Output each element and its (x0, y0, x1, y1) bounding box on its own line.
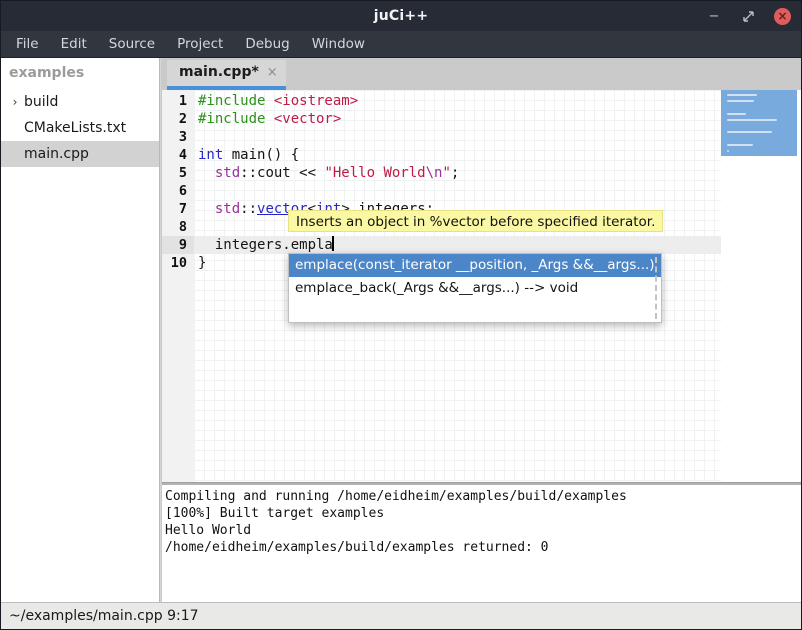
tab-label: main.cpp* (179, 64, 259, 82)
sidebar-item-cmakelists-txt[interactable]: CMakeLists.txt (1, 115, 159, 141)
code-token (198, 201, 215, 217)
status-file-position: ~/examples/main.cpp 9:17 (9, 608, 199, 624)
title-bar: juCi++ − × (1, 1, 801, 31)
line-number: 10 (162, 254, 194, 272)
tab-bar: main.cpp* × (162, 58, 801, 90)
code-token: " (442, 165, 450, 181)
maximize-button[interactable] (740, 8, 756, 24)
text-cursor (332, 236, 334, 251)
close-button[interactable]: × (774, 8, 791, 25)
code-token: "Hello World (324, 165, 425, 181)
code-editor[interactable]: 12345678910 #include <iostream>#include … (162, 90, 801, 482)
line-number: 4 (162, 146, 194, 164)
file-tree-label: CMakeLists.txt (24, 120, 126, 136)
line-number: 2 (162, 110, 194, 128)
code-token: ::cout << (240, 165, 324, 181)
output-line: [100%] Built target examples (165, 505, 801, 522)
code-line[interactable]: std::cout << "Hello World\n"; (194, 164, 721, 182)
menu-item-edit[interactable]: Edit (50, 31, 98, 57)
code-token: \n (426, 165, 443, 181)
editor-column: main.cpp* × 12345678910 #include <iostrea… (162, 58, 801, 602)
output-line: Compiling and running /home/eidheim/exam… (165, 488, 801, 505)
autocomplete-item[interactable]: emplace_back(_Args &&__args...) --> void (289, 277, 661, 300)
minimap-code-line (727, 94, 757, 96)
code-token: :: (240, 201, 257, 217)
code-line[interactable]: #include <vector> (194, 110, 721, 128)
minimap-code-line (727, 119, 777, 121)
window-controls: − × (706, 1, 791, 31)
menu-item-project[interactable]: Project (166, 31, 234, 57)
minimap[interactable] (721, 90, 801, 482)
line-number: 3 (162, 128, 194, 146)
line-number: 5 (162, 164, 194, 182)
code-token: int (198, 147, 223, 163)
sidebar-item-main-cpp[interactable]: main.cpp (1, 141, 159, 167)
code-token: <iostream> (274, 93, 358, 109)
autocomplete-item[interactable]: emplace(const_iterator __position, _Args… (289, 254, 661, 277)
main-area: examples ›build CMakeLists.txt main.cpp ma… (1, 58, 801, 602)
window-title: juCi++ (374, 8, 429, 24)
code-token: main() { (223, 147, 299, 163)
close-icon: × (777, 10, 787, 22)
code-token: integers.empla (198, 237, 333, 253)
build-output-panel: Compiling and running /home/eidheim/exam… (162, 485, 801, 602)
code-token: <vector> (274, 111, 341, 127)
documentation-tooltip: Inserts an object in %vector before spec… (288, 210, 663, 232)
popup-scrollbar[interactable] (655, 257, 657, 319)
line-number: 6 (162, 182, 194, 200)
menu-item-debug[interactable]: Debug (234, 31, 300, 57)
line-number: 8 (162, 218, 194, 236)
code-line[interactable]: #include <iostream> (194, 92, 721, 110)
minimap-code-line (727, 113, 746, 115)
menu-item-file[interactable]: File (5, 31, 50, 57)
app-window: juCi++ − × FileEditSourceProjectDebugWin… (0, 0, 802, 630)
code-token: std (215, 165, 240, 181)
code-token (198, 165, 215, 181)
menu-item-window[interactable]: Window (301, 31, 376, 57)
status-bar: ~/examples/main.cpp 9:17 (1, 602, 801, 629)
chevron-right-icon[interactable]: › (7, 95, 23, 109)
minimize-button[interactable]: − (706, 8, 722, 24)
code-token: std (215, 201, 240, 217)
maximize-icon (743, 11, 754, 22)
line-number: 7 (162, 200, 194, 218)
project-name-header: examples (1, 58, 159, 89)
code-line[interactable]: int main() { (194, 146, 721, 164)
minimap-code-line (727, 144, 753, 146)
menu-bar: FileEditSourceProjectDebugWindow (1, 31, 801, 58)
line-number: 9 (162, 236, 194, 254)
minimap-code-line (727, 150, 729, 152)
minimap-viewport-overlay[interactable] (721, 90, 797, 156)
tab-main-cpp[interactable]: main.cpp* × (167, 60, 286, 90)
code-line[interactable]: integers.empla (194, 236, 721, 254)
file-tree-sidebar: examples ›build CMakeLists.txt main.cpp (1, 58, 159, 602)
sidebar-item-build[interactable]: ›build (1, 89, 159, 115)
code-token: ; (451, 165, 459, 181)
output-line: Hello World (165, 522, 801, 539)
code-line[interactable] (194, 182, 721, 200)
code-token: #include (198, 111, 274, 127)
output-line: /home/eidheim/examples/build/examples re… (165, 539, 801, 556)
minimap-code-line (727, 100, 754, 102)
code-token: #include (198, 93, 274, 109)
autocomplete-popup: emplace(const_iterator __position, _Args… (288, 253, 662, 323)
menu-item-source[interactable]: Source (98, 31, 166, 57)
file-tree-label: main.cpp (24, 146, 89, 162)
line-number-gutter: 12345678910 (162, 90, 194, 482)
code-token: } (198, 255, 206, 271)
code-line[interactable] (194, 128, 721, 146)
file-tree: ›build CMakeLists.txt main.cpp (1, 89, 159, 167)
file-tree-label: build (24, 94, 58, 110)
close-icon[interactable]: × (267, 65, 278, 82)
minimap-code-line (727, 131, 772, 133)
line-number: 1 (162, 92, 194, 110)
